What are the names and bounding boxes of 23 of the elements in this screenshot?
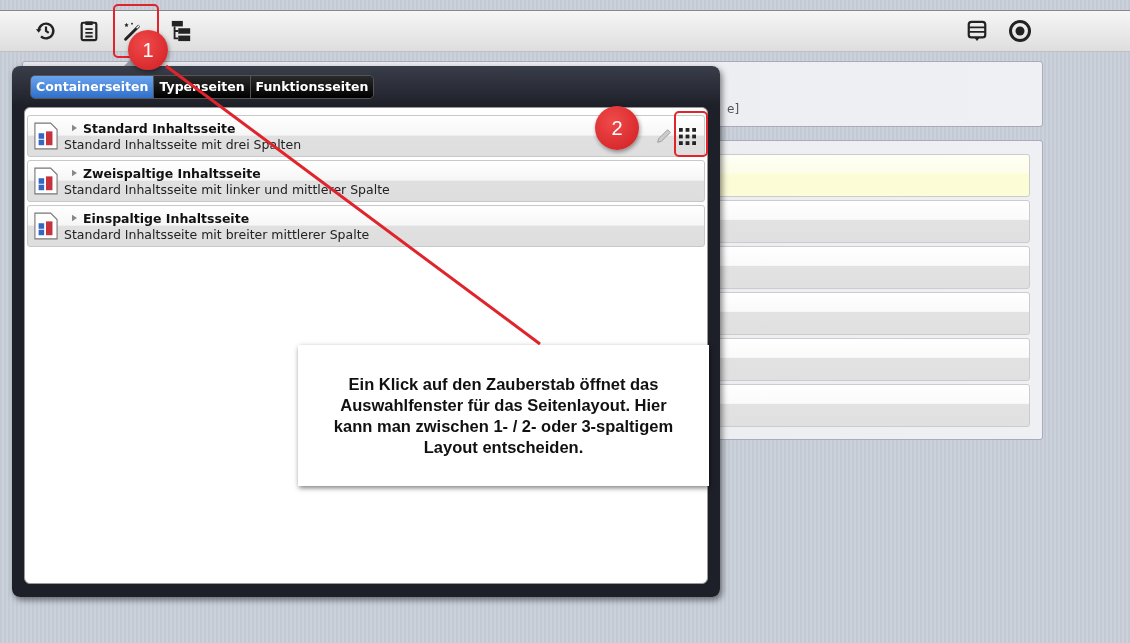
tab[interactable]: Funktionsseiten [250, 76, 374, 98]
template-title: Standard Inhaltsseite [83, 120, 236, 136]
document-chart-icon [34, 122, 58, 150]
target-icon[interactable] [1008, 19, 1032, 43]
template-row[interactable]: Einspaltige Inhaltsseite Standard Inhaltsseite mit breiter mittlerer Spalte [27, 205, 705, 247]
grid-icon[interactable] [679, 127, 696, 145]
highlight-frame [674, 111, 708, 157]
expand-arrow-icon[interactable] [72, 214, 77, 222]
expand-arrow-icon[interactable] [72, 169, 77, 177]
document-chart-icon [34, 212, 58, 240]
expand-arrow-icon[interactable] [72, 124, 77, 132]
clipboard-icon[interactable] [78, 20, 100, 42]
template-title: Einspaltige Inhaltsseite [83, 210, 250, 226]
magic-wand-icon[interactable] [121, 20, 143, 42]
template-description: Standard Inhaltsseite mit breiter mittlerer Spalte [64, 226, 371, 242]
callout-text: Ein Klick auf den Zauberstab öffnet das Auswahlfenster für das Seitenlayout. Hier kann man zwischen 1- / 2- oder 3-spaltigem Layout entscheiden. [332, 373, 675, 458]
template-title: Zweispaltige Inhaltsseite [83, 165, 261, 181]
comment-list-icon[interactable] [966, 20, 988, 42]
history-icon[interactable] [35, 20, 57, 42]
tab[interactable]: Containerseiten [31, 76, 155, 98]
header-text: e] [727, 102, 740, 116]
document-chart-icon [34, 167, 58, 195]
sitemap-icon[interactable] [170, 20, 192, 42]
